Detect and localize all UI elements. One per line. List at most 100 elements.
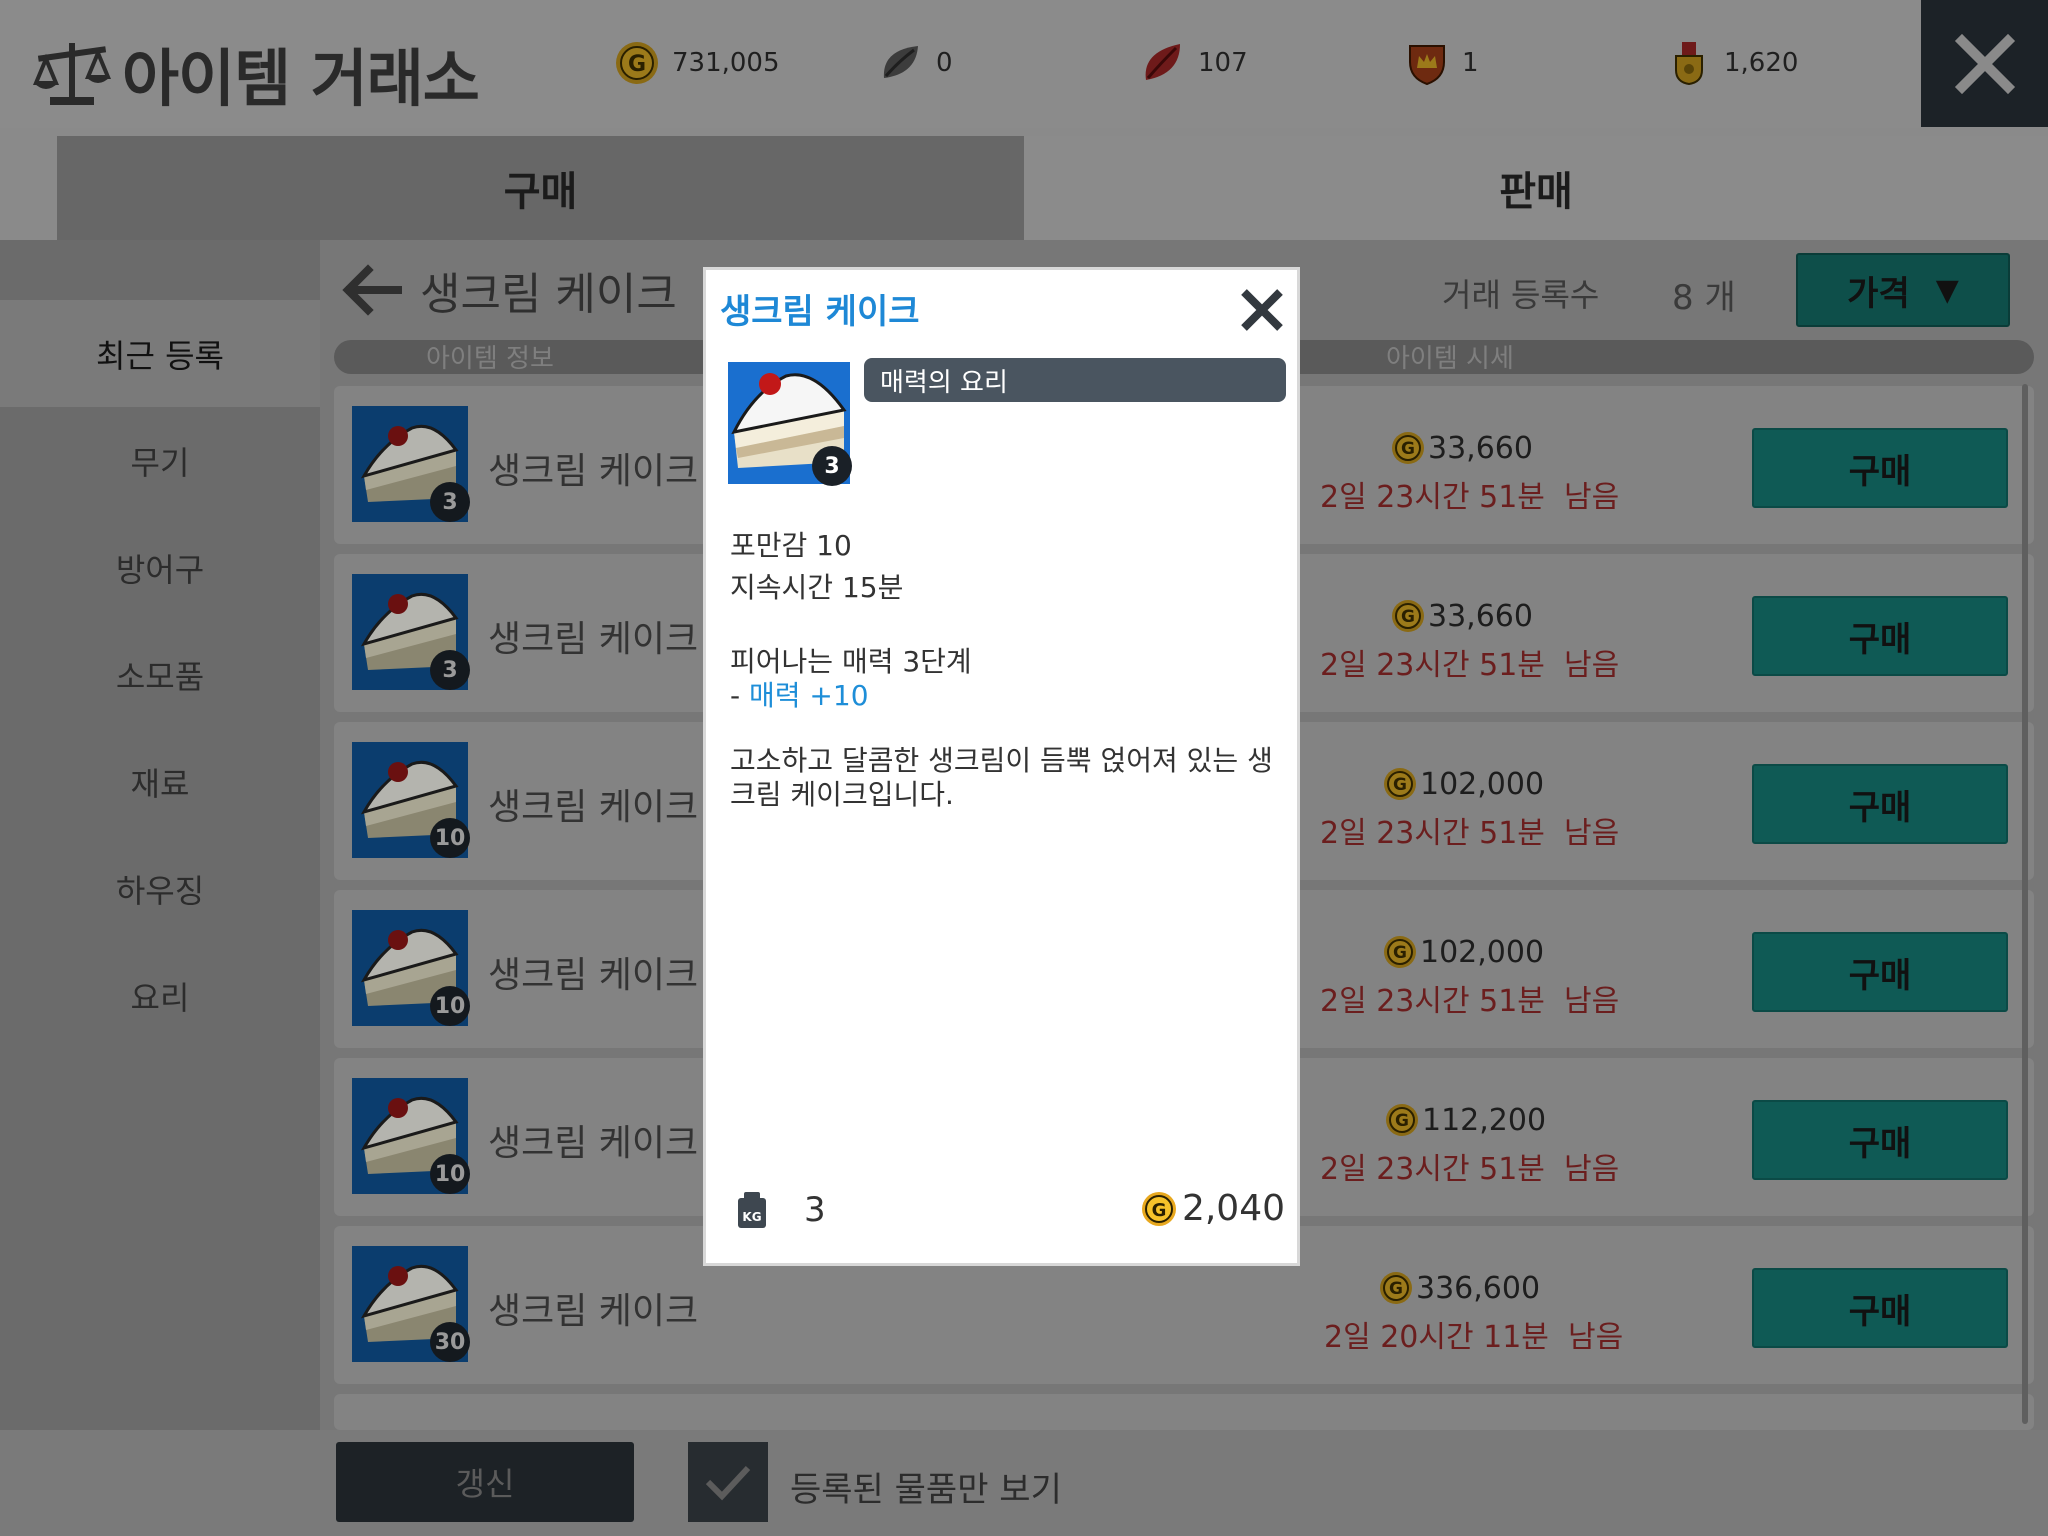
- time-remaining: 2일 23시간 51분 남음: [1320, 984, 1620, 1019]
- listing-count-value: 8 개: [1672, 278, 1736, 318]
- quantity-badge: 3: [430, 650, 470, 690]
- registered-only-label: 등록된 물품만 보기: [790, 1470, 1062, 1510]
- item-price: G 336,600: [1378, 1270, 1678, 1306]
- sort-dropdown[interactable]: 가격 ▼: [1796, 253, 2010, 327]
- popup-effect-prefix: -: [730, 679, 750, 712]
- buy-button[interactable]: 구매: [1752, 1100, 2008, 1180]
- currency-red-leaf: 107: [1140, 40, 1248, 86]
- currency-value: 0: [936, 48, 953, 78]
- sidebar-item-consumable[interactable]: 소모품: [0, 621, 320, 728]
- sidebar-item-weapon[interactable]: 무기: [0, 407, 320, 514]
- sidebar-item-cooking[interactable]: 요리: [0, 942, 320, 1049]
- currency-value: 1: [1462, 48, 1479, 78]
- sidebar-item-recent[interactable]: 최근 등록: [0, 300, 320, 407]
- time-remaining: 2일 23시간 51분 남음: [1320, 648, 1620, 683]
- scrollbar[interactable]: [2022, 384, 2028, 1424]
- item-name: 생크림 케이크: [488, 787, 699, 828]
- currency-medal: 1,620: [1666, 40, 1798, 86]
- price-value: 336,600: [1416, 1270, 1541, 1306]
- popup-title: 생크림 케이크: [720, 292, 920, 332]
- item-price: G 102,000: [1382, 766, 1682, 802]
- quantity-badge: 30: [430, 1322, 470, 1362]
- buy-button[interactable]: 구매: [1752, 596, 2008, 676]
- currency-value: 1,620: [1724, 48, 1799, 78]
- currency-gold: G 731,005: [614, 40, 780, 86]
- gold-coin-icon: G: [1392, 600, 1424, 632]
- item-price: G 33,660: [1390, 430, 1690, 466]
- popup-effect-line: - 매력 +10: [730, 674, 869, 714]
- sort-label: 가격: [1847, 273, 1910, 314]
- quantity-badge: 10: [430, 1154, 470, 1194]
- category-title: 생크림 케이크: [420, 269, 677, 320]
- price-value: 112,200: [1422, 1102, 1547, 1138]
- svg-text:G: G: [1389, 1279, 1403, 1299]
- popup-stat-satiety: 포만감 10: [730, 529, 852, 562]
- price-value: 33,660: [1428, 430, 1533, 466]
- item-price: G 112,200: [1384, 1102, 1684, 1138]
- buy-button[interactable]: 구매: [1752, 428, 2008, 508]
- buy-button[interactable]: 구매: [1752, 932, 2008, 1012]
- sidebar-item-material[interactable]: 재료: [0, 728, 320, 835]
- popup-price: G 2,040: [1140, 1188, 1285, 1229]
- price-value: 102,000: [1420, 934, 1545, 970]
- svg-text:G: G: [1401, 439, 1415, 459]
- close-button[interactable]: [1921, 0, 2048, 127]
- medal-icon: [1675, 42, 1703, 86]
- scale-icon: [33, 43, 111, 105]
- svg-text:G: G: [1395, 1111, 1409, 1131]
- tab-buy[interactable]: 구매: [57, 136, 1024, 240]
- time-remaining: 2일 23시간 51분 남음: [1320, 1152, 1620, 1187]
- item-name: 생크림 케이크: [488, 1291, 699, 1332]
- popup-weight-value: 3: [804, 1190, 826, 1230]
- gold-coin-icon: G: [1386, 1104, 1418, 1136]
- close-icon: [1954, 33, 2015, 94]
- svg-text:G: G: [628, 52, 646, 77]
- price-value: 102,000: [1420, 766, 1545, 802]
- time-remaining: 2일 20시간 11분 남음: [1324, 1320, 1624, 1355]
- sidebar: 최근 등록 무기 방어구 소모품 재료 하우징 요리: [0, 300, 320, 1049]
- gold-coin-icon: G: [1392, 432, 1424, 464]
- svg-text:G: G: [1393, 775, 1407, 795]
- buy-button[interactable]: 구매: [1752, 764, 2008, 844]
- quantity-badge: 3: [430, 482, 470, 522]
- red-leaf-icon: [1145, 44, 1180, 80]
- gold-coin-icon: G: [1380, 1272, 1412, 1304]
- popup-close-button[interactable]: [1236, 284, 1288, 336]
- column-item-info: 아이템 정보: [426, 344, 554, 374]
- tab-sell[interactable]: 판매: [1024, 136, 2048, 240]
- quantity-badge: 10: [430, 986, 470, 1026]
- item-price: G 33,660: [1390, 598, 1690, 634]
- time-remaining: 2일 23시간 51분 남음: [1320, 480, 1620, 515]
- time-remaining: 2일 23시간 51분 남음: [1320, 816, 1620, 851]
- gold-coin-icon: G: [616, 42, 658, 84]
- page-title: 아이템 거래소: [122, 42, 480, 115]
- popup-price-value: 2,040: [1181, 1188, 1285, 1229]
- checkmark-icon: [705, 1465, 751, 1501]
- price-value: 33,660: [1428, 598, 1533, 634]
- buy-button[interactable]: 구매: [1752, 1268, 2008, 1348]
- listing-row-partial: [334, 1394, 2034, 1430]
- listing-count-label: 거래 등록수: [1442, 276, 1600, 314]
- currency-crown-shield: 1: [1404, 40, 1479, 86]
- quantity-badge: 10: [430, 818, 470, 858]
- gray-leaf-icon: [883, 46, 918, 78]
- sidebar-item-housing[interactable]: 하우징: [0, 835, 320, 942]
- gold-coin-icon: G: [1384, 936, 1416, 968]
- registered-only-checkbox[interactable]: [688, 1442, 768, 1522]
- chevron-down-icon: ▼: [1935, 272, 1959, 308]
- back-button[interactable]: 생크림 케이크: [340, 258, 677, 322]
- sidebar-item-armor[interactable]: 방어구: [0, 514, 320, 621]
- refresh-button[interactable]: 갱신: [336, 1442, 634, 1522]
- item-name: 생크림 케이크: [488, 451, 699, 492]
- currency-value: 107: [1198, 48, 1248, 78]
- top-bar: 아이템 거래소 G 731,005 0 107 1 1,620: [0, 0, 2048, 128]
- item-name: 생크림 케이크: [488, 1123, 699, 1164]
- popup-quantity-badge: 3: [812, 446, 852, 486]
- item-name: 생크림 케이크: [488, 619, 699, 660]
- svg-text:G: G: [1152, 1200, 1167, 1221]
- popup-stat-duration: 지속시간 15분: [730, 571, 904, 604]
- close-icon: [1241, 289, 1283, 331]
- item-detail-popup: 생크림 케이크 3 매력의 요리 포만감 10 지속시간 15분 피어나는 매력…: [703, 267, 1300, 1266]
- currency-value: 731,005: [672, 48, 780, 78]
- popup-description: 고소하고 달콤한 생크림이 듬뿍 얹어져 있는 생크림 케이크입니다.: [730, 744, 1273, 811]
